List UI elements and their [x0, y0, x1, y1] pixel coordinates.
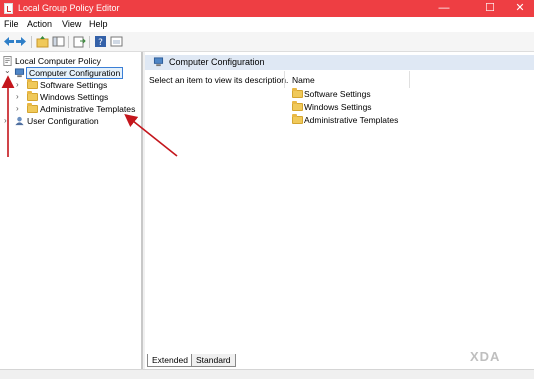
- tree-item-label: Computer Configuration: [26, 67, 124, 79]
- menu-view[interactable]: View: [62, 19, 81, 29]
- expand-chevron-right-icon[interactable]: ›: [16, 80, 24, 89]
- folder-icon: [292, 114, 303, 124]
- tree-item-label: Software Settings: [40, 80, 108, 90]
- menu-bar: File Action View Help: [0, 17, 534, 32]
- up-folder-icon[interactable]: [36, 35, 49, 48]
- tree-item-label: Local Computer Policy: [15, 56, 101, 66]
- properties-icon[interactable]: [110, 35, 123, 48]
- title-bar: Local Group Policy Editor — ☐ ✕: [0, 0, 534, 17]
- list-item-label: Windows Settings: [304, 102, 372, 112]
- folder-icon: [292, 101, 303, 111]
- tab-extended[interactable]: Extended: [147, 354, 193, 367]
- column-divider[interactable]: [409, 71, 410, 88]
- computer-icon: [153, 57, 164, 67]
- list-item-label: Software Settings: [304, 89, 371, 99]
- tree-item-software-settings[interactable]: › Software Settings: [2, 79, 142, 92]
- tree-item-computer-configuration[interactable]: ⌄ Computer Configuration: [2, 66, 142, 80]
- details-header-title: Computer Configuration: [169, 57, 265, 67]
- column-header-name[interactable]: Name: [292, 75, 315, 85]
- gpedit-app-icon: [4, 3, 13, 14]
- tree-pane: Local Computer Policy ⌄ Computer Configu…: [0, 52, 143, 369]
- status-bar: [0, 369, 534, 379]
- list-item-label: Administrative Templates: [304, 115, 399, 125]
- minimize-button[interactable]: —: [426, 0, 462, 17]
- back-icon[interactable]: [2, 35, 15, 48]
- menu-file[interactable]: File: [4, 19, 19, 29]
- window-title: Local Group Policy Editor: [18, 3, 120, 13]
- folder-icon: [27, 103, 38, 113]
- menu-help[interactable]: Help: [89, 19, 108, 29]
- tree-item-windows-settings[interactable]: › Windows Settings: [2, 91, 142, 104]
- expand-chevron-right-icon[interactable]: ›: [16, 92, 24, 101]
- expand-chevron-down-icon[interactable]: ⌄: [4, 66, 12, 75]
- close-button[interactable]: ✕: [502, 0, 534, 17]
- policy-document-icon: [3, 56, 12, 66]
- watermark-logo: XDA: [470, 349, 501, 364]
- tree-item-label: User Configuration: [27, 116, 99, 126]
- computer-icon: [14, 68, 25, 78]
- tree-item-label: Administrative Templates: [40, 104, 136, 114]
- help-icon[interactable]: ?: [94, 35, 107, 48]
- tree-item-administrative-templates[interactable]: › Administrative Templates: [2, 103, 142, 116]
- details-pane: Computer Configuration Select an item to…: [145, 52, 534, 369]
- folder-icon: [27, 79, 38, 89]
- tree-item-label: Windows Settings: [40, 92, 109, 102]
- expand-chevron-right-icon[interactable]: ›: [4, 116, 12, 125]
- toolbar: ?: [0, 32, 534, 52]
- folder-icon: [292, 88, 303, 98]
- details-header: Computer Configuration: [145, 55, 534, 70]
- toolbar-separator: [89, 36, 90, 48]
- folder-icon: [27, 91, 38, 101]
- export-list-icon[interactable]: [73, 35, 86, 48]
- show-hide-tree-icon[interactable]: [52, 35, 65, 48]
- tab-standard[interactable]: Standard: [191, 354, 236, 367]
- toolbar-separator: [68, 36, 69, 48]
- expand-chevron-right-icon[interactable]: ›: [16, 104, 24, 113]
- menu-action[interactable]: Action: [27, 19, 52, 29]
- forward-icon[interactable]: [15, 35, 28, 48]
- column-divider: [284, 71, 285, 88]
- description-text: Select an item to view its description.: [149, 75, 289, 85]
- toolbar-separator: [31, 36, 32, 48]
- svg-text:?: ?: [98, 38, 103, 48]
- tree-item-user-configuration[interactable]: › User Configuration: [2, 116, 142, 128]
- user-icon: [15, 116, 24, 126]
